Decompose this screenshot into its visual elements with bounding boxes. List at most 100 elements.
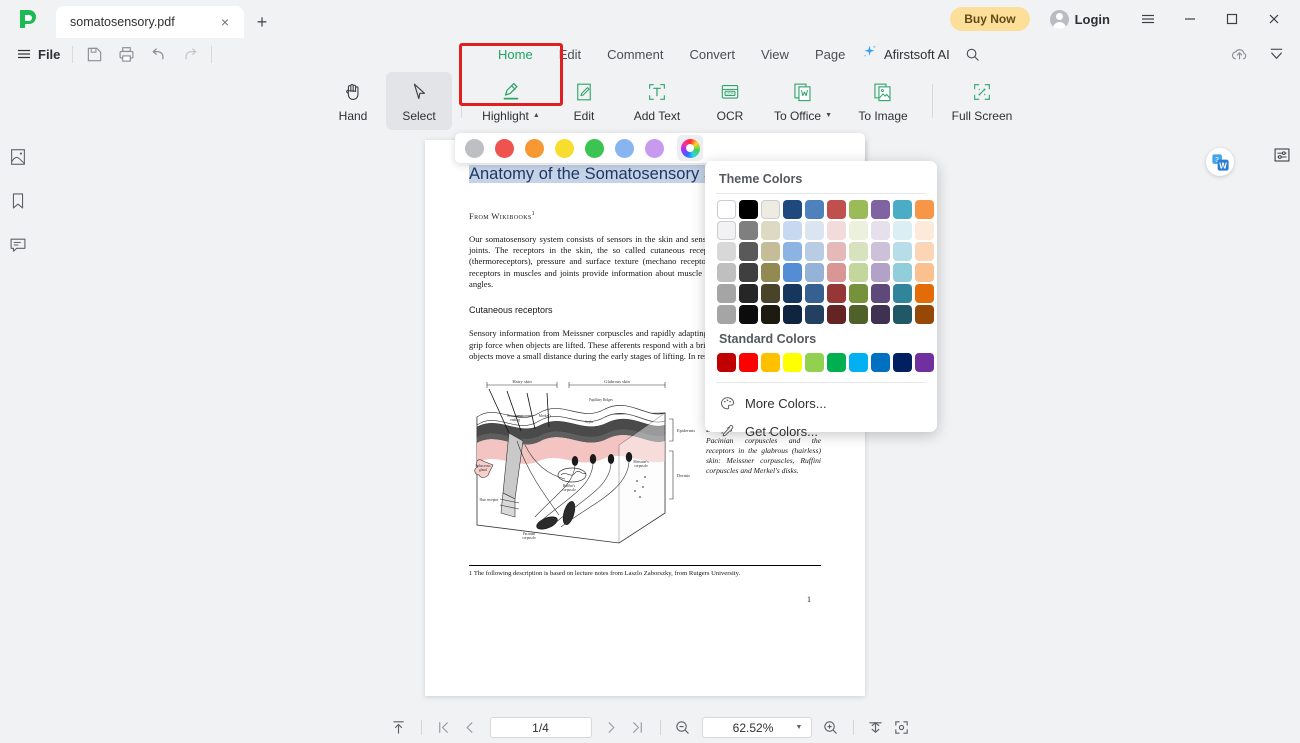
theme-color-cell[interactable] bbox=[827, 305, 846, 324]
theme-color-cell[interactable] bbox=[805, 284, 824, 303]
theme-color-cell[interactable] bbox=[739, 263, 758, 282]
tab-edit[interactable]: Edit bbox=[559, 47, 581, 62]
theme-color-cell[interactable] bbox=[893, 263, 912, 282]
standard-color-cell[interactable] bbox=[827, 353, 846, 372]
standard-color-cell[interactable] bbox=[915, 353, 934, 372]
theme-color-cell[interactable] bbox=[849, 221, 868, 240]
bookmark-icon[interactable] bbox=[5, 188, 31, 214]
ocr-tool-button[interactable]: OCR OCR bbox=[697, 72, 763, 130]
theme-color-cell[interactable] bbox=[871, 200, 890, 219]
standard-color-cell[interactable] bbox=[783, 353, 802, 372]
new-tab-button[interactable]: + bbox=[244, 6, 280, 38]
theme-color-cell[interactable] bbox=[827, 263, 846, 282]
standard-color-cell[interactable] bbox=[893, 353, 912, 372]
ai-assistant-label[interactable]: Afirstsoft AI bbox=[884, 47, 950, 62]
theme-color-cell[interactable] bbox=[739, 284, 758, 303]
hamburger-icon[interactable] bbox=[1128, 0, 1168, 38]
theme-color-cell[interactable] bbox=[893, 242, 912, 261]
swatch-orange[interactable] bbox=[525, 138, 544, 158]
theme-color-cell[interactable] bbox=[783, 200, 802, 219]
theme-color-cell[interactable] bbox=[783, 221, 802, 240]
theme-color-cell[interactable] bbox=[893, 200, 912, 219]
swatch-red[interactable] bbox=[495, 138, 514, 158]
scroll-to-top-icon[interactable] bbox=[386, 715, 412, 741]
undo-icon[interactable] bbox=[149, 45, 167, 63]
theme-color-cell[interactable] bbox=[827, 221, 846, 240]
full-screen-tool-button[interactable]: Full Screen bbox=[942, 72, 1022, 130]
theme-color-cell[interactable] bbox=[761, 221, 780, 240]
theme-color-cell[interactable] bbox=[805, 305, 824, 324]
theme-color-cell[interactable] bbox=[717, 242, 736, 261]
theme-color-cell[interactable] bbox=[783, 263, 802, 282]
thumbnail-icon[interactable] bbox=[5, 144, 31, 170]
theme-color-cell[interactable] bbox=[717, 305, 736, 324]
swatch-yellow[interactable] bbox=[555, 138, 574, 158]
theme-color-cell[interactable] bbox=[805, 242, 824, 261]
theme-color-cell[interactable] bbox=[739, 221, 758, 240]
to-office-tool-button[interactable]: To Office ▼ bbox=[763, 72, 843, 130]
theme-color-cell[interactable] bbox=[783, 305, 802, 324]
standard-color-cell[interactable] bbox=[871, 353, 890, 372]
theme-color-cell[interactable] bbox=[783, 284, 802, 303]
theme-color-cell[interactable] bbox=[717, 284, 736, 303]
theme-color-cell[interactable] bbox=[761, 305, 780, 324]
theme-color-cell[interactable] bbox=[761, 263, 780, 282]
login-button[interactable]: Login bbox=[1040, 6, 1120, 33]
theme-color-cell[interactable] bbox=[827, 200, 846, 219]
theme-color-cell[interactable] bbox=[783, 242, 802, 261]
cloud-upload-icon[interactable] bbox=[1230, 45, 1249, 64]
minimize-button[interactable] bbox=[1170, 0, 1210, 38]
last-page-icon[interactable] bbox=[625, 715, 651, 741]
theme-color-cell[interactable] bbox=[761, 200, 780, 219]
color-wheel-button[interactable] bbox=[677, 135, 703, 161]
document-tab[interactable]: somatosensory.pdf × bbox=[56, 6, 244, 38]
theme-color-cell[interactable] bbox=[717, 263, 736, 282]
get-colors-item[interactable]: Get Colors... bbox=[705, 417, 937, 445]
tab-home[interactable]: Home bbox=[498, 47, 533, 62]
tab-view[interactable]: View bbox=[761, 47, 789, 62]
more-colors-item[interactable]: More Colors... bbox=[705, 389, 937, 417]
theme-color-cell[interactable] bbox=[915, 242, 934, 261]
swatch-gray[interactable] bbox=[465, 138, 484, 158]
theme-color-cell[interactable] bbox=[717, 221, 736, 240]
select-tool-button[interactable]: Select bbox=[386, 72, 452, 130]
maximize-button[interactable] bbox=[1212, 0, 1252, 38]
zoom-out-icon[interactable] bbox=[670, 715, 696, 741]
swatch-purple[interactable] bbox=[645, 138, 664, 158]
chevron-down-icon[interactable]: ▼ bbox=[796, 724, 803, 731]
theme-color-cell[interactable] bbox=[849, 263, 868, 282]
highlight-tool-button[interactable]: Highlight ▲ bbox=[471, 72, 551, 130]
theme-color-cell[interactable] bbox=[805, 200, 824, 219]
first-page-icon[interactable] bbox=[431, 715, 457, 741]
chevron-up-icon[interactable]: ▲ bbox=[533, 112, 540, 119]
buy-now-button[interactable]: Buy Now bbox=[950, 7, 1030, 31]
zoom-in-icon[interactable] bbox=[818, 715, 844, 741]
standard-color-cell[interactable] bbox=[805, 353, 824, 372]
to-image-tool-button[interactable]: To Image bbox=[843, 72, 923, 130]
chevron-down-icon[interactable]: ▼ bbox=[825, 112, 832, 119]
save-icon[interactable] bbox=[85, 45, 103, 63]
hand-tool-button[interactable]: Hand bbox=[320, 72, 386, 130]
standard-color-cell[interactable] bbox=[849, 353, 868, 372]
fit-width-icon[interactable] bbox=[863, 715, 889, 741]
theme-color-cell[interactable] bbox=[871, 263, 890, 282]
theme-color-cell[interactable] bbox=[849, 200, 868, 219]
theme-color-cell[interactable] bbox=[805, 263, 824, 282]
theme-color-cell[interactable] bbox=[893, 284, 912, 303]
theme-color-cell[interactable] bbox=[761, 284, 780, 303]
theme-color-cell[interactable] bbox=[915, 305, 934, 324]
theme-color-cell[interactable] bbox=[915, 221, 934, 240]
tab-comment[interactable]: Comment bbox=[607, 47, 663, 62]
fit-page-icon[interactable] bbox=[889, 715, 915, 741]
next-page-icon[interactable] bbox=[599, 715, 625, 741]
tab-convert[interactable]: Convert bbox=[689, 47, 735, 62]
document-viewport[interactable]: 3 W Anatomy of the Somatosensory System … bbox=[36, 132, 1264, 712]
theme-color-cell[interactable] bbox=[893, 221, 912, 240]
theme-color-cell[interactable] bbox=[915, 200, 934, 219]
add-text-tool-button[interactable]: Add Text bbox=[617, 72, 697, 130]
word-convert-badge[interactable]: 3 W bbox=[1206, 148, 1234, 176]
theme-color-cell[interactable] bbox=[849, 305, 868, 324]
comment-icon[interactable] bbox=[5, 232, 31, 258]
print-icon[interactable] bbox=[117, 45, 135, 63]
theme-color-cell[interactable] bbox=[739, 305, 758, 324]
